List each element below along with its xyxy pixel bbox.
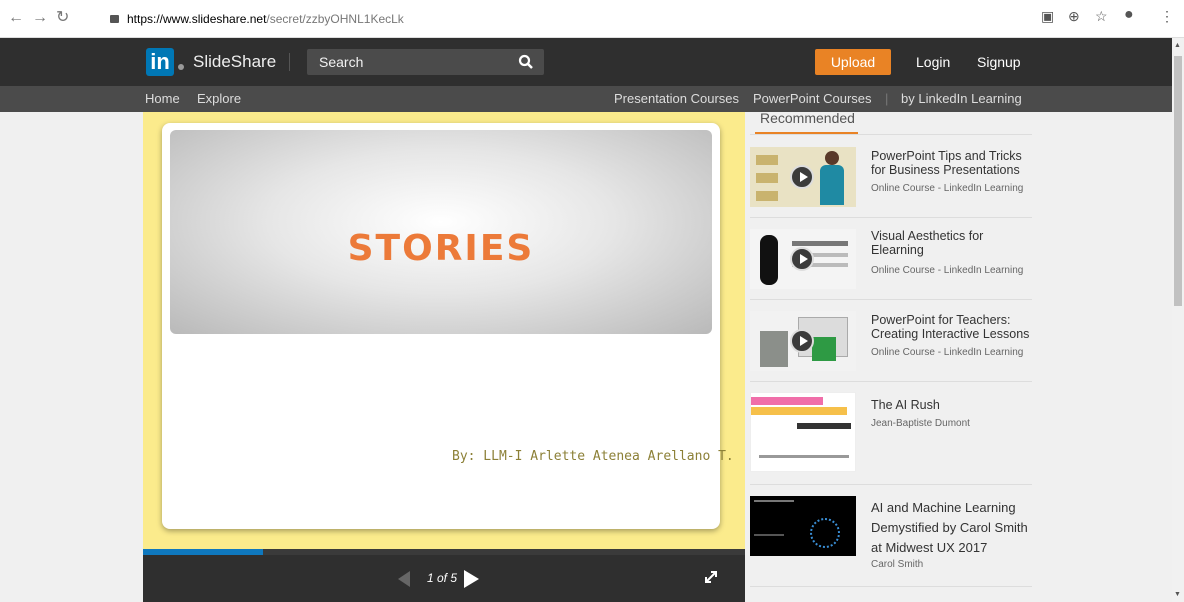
logo-dot xyxy=(178,64,184,70)
recommended-title[interactable]: AI and Machine Learning Demystified by C… xyxy=(871,498,1033,558)
nav-explore[interactable]: Explore xyxy=(197,91,241,106)
recommended-subtitle: Online Course - LinkedIn Learning xyxy=(871,265,1024,276)
recommended-heading[interactable]: Recommended xyxy=(760,110,855,126)
url-host: https://www.slideshare.net xyxy=(127,12,267,26)
play-icon xyxy=(790,329,814,353)
slide-title: STORIES xyxy=(347,228,535,269)
divider xyxy=(750,134,1032,135)
reload-icon[interactable]: ↻ xyxy=(56,8,69,28)
slideshare-logo-text[interactable]: SlideShare xyxy=(193,52,276,72)
nav-presentation-courses[interactable]: Presentation Courses xyxy=(614,91,739,106)
recommended-title[interactable]: Visual Aesthetics for Elearning xyxy=(871,229,1033,257)
nav-home[interactable]: Home xyxy=(145,91,180,106)
slide-author: By: LLM-I Arlette Atenea Arellano T. xyxy=(452,449,734,464)
divider xyxy=(750,299,1032,300)
next-slide-icon[interactable] xyxy=(464,570,479,588)
site-header: in SlideShare Search Upload Login Signup xyxy=(0,38,1172,86)
course-thumbnail[interactable] xyxy=(750,229,856,289)
address-bar[interactable]: https://www.slideshare.net/secret/zzbyOH… xyxy=(110,6,1110,32)
url-path: /secret/zzbyOHNL1KecLk xyxy=(266,12,404,26)
divider xyxy=(750,586,1032,587)
play-icon xyxy=(790,247,814,271)
nav-powerpoint-courses[interactable]: PowerPoint Courses xyxy=(753,91,872,106)
recommended-subtitle: Online Course - LinkedIn Learning xyxy=(871,183,1024,194)
sub-navigation: Home Explore Presentation Courses PowerP… xyxy=(0,86,1172,112)
browser-toolbar: ← → ↻ https://www.slideshare.net/secret/… xyxy=(0,0,1184,38)
fullscreen-icon[interactable] xyxy=(703,569,719,585)
forward-arrow-icon[interactable]: → xyxy=(32,8,48,28)
divider xyxy=(750,217,1032,218)
login-link[interactable]: Login xyxy=(916,54,950,70)
recommended-title[interactable]: PowerPoint Tips and Tricks for Business … xyxy=(871,149,1033,177)
divider xyxy=(750,484,1032,485)
upload-button[interactable]: Upload xyxy=(815,49,891,75)
bookmark-star-icon[interactable]: ☆ xyxy=(1095,8,1108,25)
recommended-subtitle: Jean-Baptiste Dumont xyxy=(871,418,970,429)
translate-icon[interactable]: ▣ xyxy=(1041,8,1054,25)
nav-by-linkedin-learning[interactable]: by LinkedIn Learning xyxy=(901,91,1022,106)
presentation-thumbnail[interactable] xyxy=(750,496,856,556)
zoom-icon[interactable]: ⊕ xyxy=(1068,8,1080,25)
recommended-title[interactable]: PowerPoint for Teachers: Creating Intera… xyxy=(871,313,1033,341)
play-icon xyxy=(790,165,814,189)
player-controls: 1 of 5 xyxy=(143,555,745,602)
recommended-title[interactable]: The AI Rush xyxy=(871,398,1033,412)
page-indicator: 1 of 5 xyxy=(427,571,458,585)
recommended-item[interactable]: The AI Rush Jean-Baptiste Dumont xyxy=(750,392,1032,472)
previous-slide-icon[interactable] xyxy=(398,571,410,587)
recommended-item[interactable]: PowerPoint for Teachers: Creating Intera… xyxy=(750,311,1032,371)
nav-divider: | xyxy=(885,91,889,106)
search-input[interactable]: Search xyxy=(307,49,544,75)
course-thumbnail[interactable] xyxy=(750,147,856,207)
divider xyxy=(750,381,1032,382)
search-icon[interactable] xyxy=(518,54,534,70)
recommended-item[interactable]: AI and Machine Learning Demystified by C… xyxy=(750,496,1032,576)
menu-dots-icon[interactable]: ⋮ xyxy=(1160,8,1174,25)
search-placeholder: Search xyxy=(319,54,364,70)
linkedin-logo[interactable]: in xyxy=(146,48,174,76)
recommended-item[interactable]: PowerPoint Tips and Tricks for Business … xyxy=(750,147,1032,207)
scroll-up-icon[interactable]: ▲ xyxy=(1174,42,1181,49)
slide-canvas[interactable]: STORIES By: LLM-I Arlette Atenea Arellan… xyxy=(162,123,734,529)
presentation-thumbnail[interactable] xyxy=(750,392,856,472)
lock-icon xyxy=(110,15,119,23)
header-divider xyxy=(289,53,290,71)
course-thumbnail[interactable] xyxy=(750,311,856,371)
scroll-down-icon[interactable]: ▼ xyxy=(1174,591,1181,598)
scrollbar-thumb[interactable] xyxy=(1174,56,1182,306)
account-icon[interactable]: ● xyxy=(1124,6,1134,24)
back-arrow-icon[interactable]: ← xyxy=(8,8,24,28)
recommended-subtitle: Online Course - LinkedIn Learning xyxy=(871,347,1024,358)
recommended-subtitle: Carol Smith xyxy=(871,559,924,570)
signup-link[interactable]: Signup xyxy=(977,54,1021,70)
slide-title-band: STORIES xyxy=(170,130,712,334)
recommended-item[interactable]: Visual Aesthetics for Elearning Online C… xyxy=(750,229,1032,289)
page-scrollbar[interactable]: ▲ ▼ xyxy=(1172,38,1184,602)
